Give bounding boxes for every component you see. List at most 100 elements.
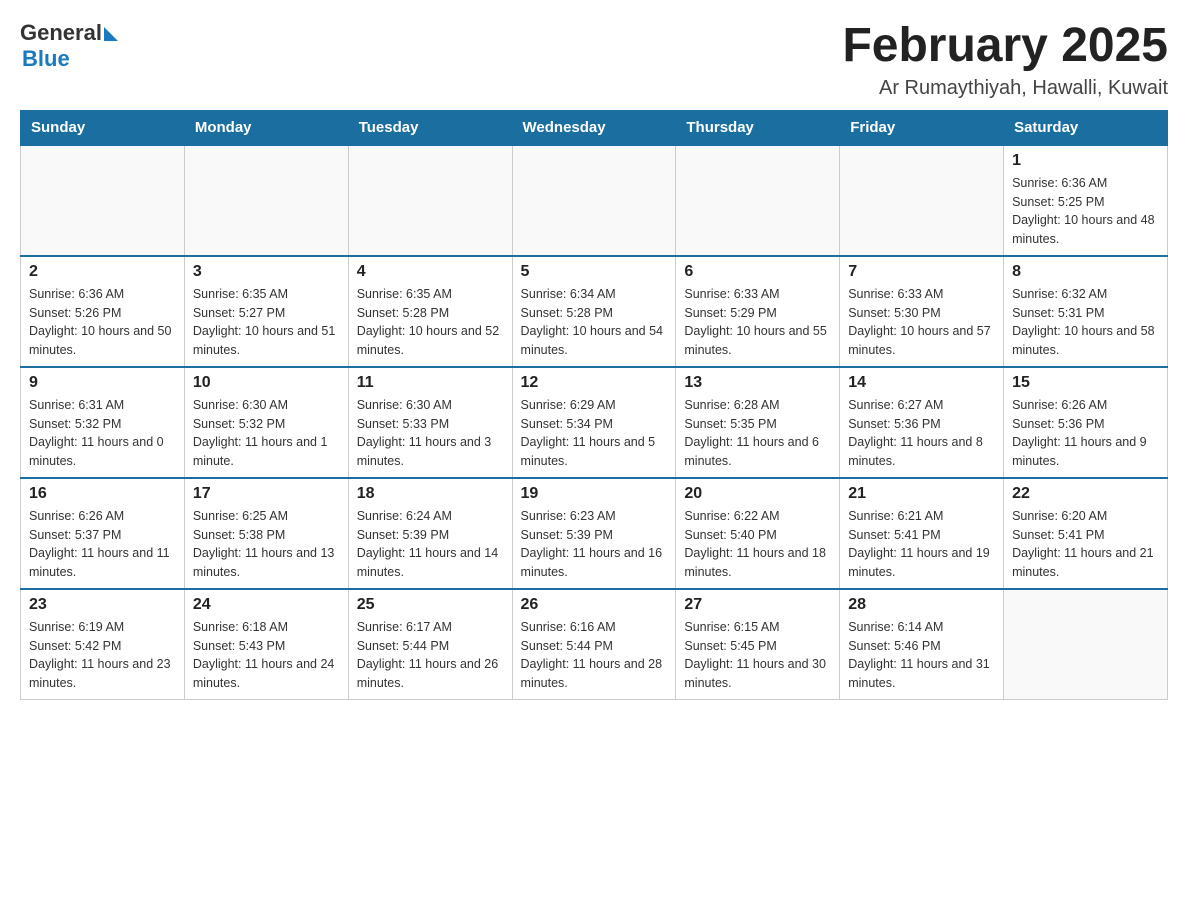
day-info: Sunrise: 6:24 AMSunset: 5:39 PMDaylight:…	[357, 507, 504, 582]
day-info: Sunrise: 6:26 AMSunset: 5:36 PMDaylight:…	[1012, 396, 1159, 471]
calendar-cell	[1004, 589, 1168, 700]
day-number: 1	[1012, 152, 1159, 170]
calendar-cell	[840, 145, 1004, 256]
calendar-cell: 16 Sunrise: 6:26 AMSunset: 5:37 PMDayligh…	[21, 478, 185, 589]
day-info: Sunrise: 6:17 AMSunset: 5:44 PMDaylight:…	[357, 618, 504, 693]
day-number: 3	[193, 263, 340, 281]
calendar-cell: 28 Sunrise: 6:14 AMSunset: 5:46 PMDayligh…	[840, 589, 1004, 700]
day-number: 24	[193, 596, 340, 614]
day-number: 16	[29, 485, 176, 503]
calendar-cell: 17 Sunrise: 6:25 AMSunset: 5:38 PMDayligh…	[184, 478, 348, 589]
day-number: 17	[193, 485, 340, 503]
col-thursday: Thursday	[676, 110, 840, 145]
calendar-cell: 21 Sunrise: 6:21 AMSunset: 5:41 PMDayligh…	[840, 478, 1004, 589]
day-number: 28	[848, 596, 995, 614]
day-info: Sunrise: 6:22 AMSunset: 5:40 PMDaylight:…	[684, 507, 831, 582]
calendar-cell: 9 Sunrise: 6:31 AMSunset: 5:32 PMDaylight…	[21, 367, 185, 478]
calendar-cell	[348, 145, 512, 256]
day-info: Sunrise: 6:20 AMSunset: 5:41 PMDaylight:…	[1012, 507, 1159, 582]
calendar-cell	[676, 145, 840, 256]
day-info: Sunrise: 6:36 AMSunset: 5:25 PMDaylight:…	[1012, 174, 1159, 249]
calendar-cell: 22 Sunrise: 6:20 AMSunset: 5:41 PMDayligh…	[1004, 478, 1168, 589]
day-number: 9	[29, 374, 176, 392]
day-info: Sunrise: 6:14 AMSunset: 5:46 PMDaylight:…	[848, 618, 995, 693]
day-info: Sunrise: 6:19 AMSunset: 5:42 PMDaylight:…	[29, 618, 176, 693]
col-saturday: Saturday	[1004, 110, 1168, 145]
col-tuesday: Tuesday	[348, 110, 512, 145]
day-number: 6	[684, 263, 831, 281]
day-number: 25	[357, 596, 504, 614]
day-number: 5	[521, 263, 668, 281]
calendar-cell	[21, 145, 185, 256]
day-info: Sunrise: 6:18 AMSunset: 5:43 PMDaylight:…	[193, 618, 340, 693]
calendar-week-row: 9 Sunrise: 6:31 AMSunset: 5:32 PMDaylight…	[21, 367, 1168, 478]
day-info: Sunrise: 6:33 AMSunset: 5:30 PMDaylight:…	[848, 285, 995, 360]
col-wednesday: Wednesday	[512, 110, 676, 145]
calendar-cell: 27 Sunrise: 6:15 AMSunset: 5:45 PMDayligh…	[676, 589, 840, 700]
day-info: Sunrise: 6:36 AMSunset: 5:26 PMDaylight:…	[29, 285, 176, 360]
day-info: Sunrise: 6:25 AMSunset: 5:38 PMDaylight:…	[193, 507, 340, 582]
day-info: Sunrise: 6:26 AMSunset: 5:37 PMDaylight:…	[29, 507, 176, 582]
day-number: 20	[684, 485, 831, 503]
calendar-week-row: 1 Sunrise: 6:36 AMSunset: 5:25 PMDaylight…	[21, 145, 1168, 256]
col-sunday: Sunday	[21, 110, 185, 145]
day-number: 27	[684, 596, 831, 614]
calendar-cell: 8 Sunrise: 6:32 AMSunset: 5:31 PMDaylight…	[1004, 256, 1168, 367]
calendar-cell: 10 Sunrise: 6:30 AMSunset: 5:32 PMDayligh…	[184, 367, 348, 478]
calendar-cell: 25 Sunrise: 6:17 AMSunset: 5:44 PMDayligh…	[348, 589, 512, 700]
calendar-cell	[184, 145, 348, 256]
calendar-cell: 26Sunrise: 6:16 AMSunset: 5:44 PMDayligh…	[512, 589, 676, 700]
calendar-cell: 11 Sunrise: 6:30 AMSunset: 5:33 PMDayligh…	[348, 367, 512, 478]
calendar-cell: 3 Sunrise: 6:35 AMSunset: 5:27 PMDaylight…	[184, 256, 348, 367]
day-info: Sunrise: 6:29 AMSunset: 5:34 PMDaylight:…	[521, 396, 668, 471]
day-info: Sunrise: 6:32 AMSunset: 5:31 PMDaylight:…	[1012, 285, 1159, 360]
day-number: 10	[193, 374, 340, 392]
day-info: Sunrise: 6:30 AMSunset: 5:33 PMDaylight:…	[357, 396, 504, 471]
day-number: 21	[848, 485, 995, 503]
day-number: 4	[357, 263, 504, 281]
title-block: February 2025 Ar Rumaythiyah, Hawalli, K…	[842, 20, 1168, 100]
day-number: 22	[1012, 485, 1159, 503]
calendar-cell: 4Sunrise: 6:35 AMSunset: 5:28 PMDaylight…	[348, 256, 512, 367]
calendar-cell: 24 Sunrise: 6:18 AMSunset: 5:43 PMDayligh…	[184, 589, 348, 700]
calendar-cell: 19 Sunrise: 6:23 AMSunset: 5:39 PMDayligh…	[512, 478, 676, 589]
logo: General Blue	[20, 20, 118, 72]
calendar-cell: 20 Sunrise: 6:22 AMSunset: 5:40 PMDayligh…	[676, 478, 840, 589]
calendar-cell: 14 Sunrise: 6:27 AMSunset: 5:36 PMDayligh…	[840, 367, 1004, 478]
day-info: Sunrise: 6:28 AMSunset: 5:35 PMDaylight:…	[684, 396, 831, 471]
day-number: 11	[357, 374, 504, 392]
day-info: Sunrise: 6:27 AMSunset: 5:36 PMDaylight:…	[848, 396, 995, 471]
logo-blue-text: Blue	[20, 46, 118, 72]
calendar-cell: 12 Sunrise: 6:29 AMSunset: 5:34 PMDayligh…	[512, 367, 676, 478]
calendar-table: Sunday Monday Tuesday Wednesday Thursday…	[20, 110, 1168, 700]
day-number: 2	[29, 263, 176, 281]
calendar-cell: 23 Sunrise: 6:19 AMSunset: 5:42 PMDayligh…	[21, 589, 185, 700]
day-number: 23	[29, 596, 176, 614]
day-info: Sunrise: 6:35 AMSunset: 5:27 PMDaylight:…	[193, 285, 340, 360]
calendar-cell	[512, 145, 676, 256]
day-info: Sunrise: 6:31 AMSunset: 5:32 PMDaylight:…	[29, 396, 176, 471]
page-header: General Blue February 2025 Ar Rumaythiya…	[20, 20, 1168, 100]
day-number: 18	[357, 485, 504, 503]
day-number: 7	[848, 263, 995, 281]
calendar-cell: 18 Sunrise: 6:24 AMSunset: 5:39 PMDayligh…	[348, 478, 512, 589]
logo-general-text: General	[20, 20, 102, 46]
calendar-header-row: Sunday Monday Tuesday Wednesday Thursday…	[21, 110, 1168, 145]
day-info: Sunrise: 6:16 AMSunset: 5:44 PMDaylight:…	[521, 618, 668, 693]
logo-arrow-icon	[104, 27, 118, 41]
calendar-week-row: 16 Sunrise: 6:26 AMSunset: 5:37 PMDayligh…	[21, 478, 1168, 589]
calendar-week-row: 2 Sunrise: 6:36 AMSunset: 5:26 PMDaylight…	[21, 256, 1168, 367]
day-info: Sunrise: 6:33 AMSunset: 5:29 PMDaylight:…	[684, 285, 831, 360]
day-info: Sunrise: 6:23 AMSunset: 5:39 PMDaylight:…	[521, 507, 668, 582]
day-number: 19	[521, 485, 668, 503]
day-info: Sunrise: 6:30 AMSunset: 5:32 PMDaylight:…	[193, 396, 340, 471]
day-number: 14	[848, 374, 995, 392]
col-monday: Monday	[184, 110, 348, 145]
day-number: 12	[521, 374, 668, 392]
day-info: Sunrise: 6:34 AMSunset: 5:28 PMDaylight:…	[521, 285, 668, 360]
day-number: 8	[1012, 263, 1159, 281]
day-info: Sunrise: 6:15 AMSunset: 5:45 PMDaylight:…	[684, 618, 831, 693]
day-info: Sunrise: 6:21 AMSunset: 5:41 PMDaylight:…	[848, 507, 995, 582]
calendar-cell: 5 Sunrise: 6:34 AMSunset: 5:28 PMDaylight…	[512, 256, 676, 367]
calendar-cell: 7 Sunrise: 6:33 AMSunset: 5:30 PMDaylight…	[840, 256, 1004, 367]
